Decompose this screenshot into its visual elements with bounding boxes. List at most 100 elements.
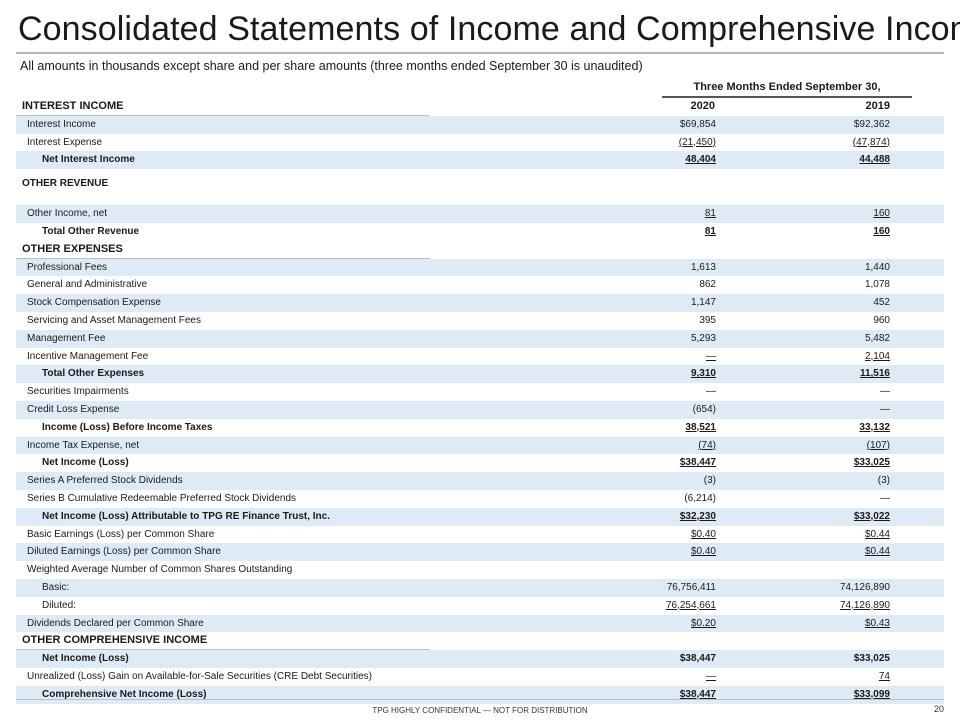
- value-2019: 33,132: [859, 421, 890, 433]
- row-label: Professional Fees: [27, 261, 108, 273]
- value-2019: $33,025: [853, 457, 890, 469]
- row-label: Basic Earnings (Loss) per Common Share: [27, 528, 215, 540]
- table-row-total: Net Income (Loss) $38,447 $33,025: [16, 650, 944, 668]
- row-label: Diluted Earnings (Loss) per Common Share: [27, 546, 221, 558]
- value-2019: 74,126,890: [839, 599, 890, 611]
- value-2020: 81: [704, 225, 716, 237]
- value-2020: 48,404: [685, 154, 716, 166]
- page-title: Consolidated Statements of Income and Co…: [18, 10, 960, 48]
- value-2019: $0.44: [864, 528, 890, 540]
- value-2019: 2,104: [864, 350, 890, 362]
- table-row-total: Income (Loss) Before Income Taxes 38,521…: [16, 419, 944, 437]
- row-label: Weighted Average Number of Common Shares…: [27, 564, 293, 576]
- value-2020: (3): [703, 475, 716, 487]
- section-label: OTHER EXPENSES: [22, 242, 123, 255]
- row-label: Total Other Revenue: [42, 225, 140, 237]
- table-row: Basic Earnings (Loss) per Common Share $…: [16, 526, 944, 544]
- row-label: Credit Loss Expense: [27, 403, 120, 415]
- table-row: Other Income, net 81 160: [16, 205, 944, 223]
- row-label: Net Income (Loss): [42, 653, 129, 665]
- table-row: Management Fee 5,293 5,482: [16, 329, 944, 348]
- row-label: Diluted:: [42, 599, 76, 611]
- row-label: Dividends Declared per Common Share: [27, 617, 204, 629]
- table-row: Dividends Declared per Common Share $0.2…: [16, 614, 944, 633]
- value-2019: 5,482: [864, 332, 890, 344]
- value-2019: $33,022: [853, 510, 890, 522]
- value-2019: 44,488: [859, 154, 890, 166]
- section-other-revenue: OTHER REVENUE: [16, 169, 944, 196]
- table-row-total: Comprehensive Net Income (Loss) $38,447 …: [16, 685, 944, 704]
- value-2020: $69,854: [679, 118, 716, 130]
- income-statement-table: INTEREST INCOME 2020 2019 Interest Incom…: [16, 98, 944, 704]
- row-spacer: [16, 196, 944, 205]
- value-2020: $38,447: [679, 457, 716, 469]
- table-row-total: Total Other Expenses 9,310 11,516: [16, 365, 944, 384]
- value-2020: $0.40: [690, 546, 716, 558]
- value-2020: 9,310: [690, 368, 716, 380]
- value-2019: $0.43: [864, 617, 890, 629]
- section-label: OTHER COMPREHENSIVE INCOME: [22, 634, 208, 647]
- value-2020: (654): [692, 403, 716, 415]
- value-2020: 5,293: [690, 332, 716, 344]
- table-row: Servicing and Asset Management Fees 395 …: [16, 312, 944, 330]
- value-2019: —: [880, 386, 890, 398]
- table-row: Series B Cumulative Redeemable Preferred…: [16, 490, 944, 508]
- value-2019: $0.44: [864, 546, 890, 558]
- section-interest-income: INTEREST INCOME 2020 2019: [16, 98, 944, 117]
- row-label: Series A Preferred Stock Dividends: [27, 475, 183, 487]
- row-label: Income (Loss) Before Income Taxes: [42, 421, 213, 433]
- table-row: Series A Preferred Stock Dividends (3) (…: [16, 472, 944, 490]
- value-2020: 1,147: [690, 297, 716, 309]
- table-row: Professional Fees 1,613 1,440: [16, 258, 944, 277]
- table-row-total: Net Income (Loss) Attributable to TPG RE…: [16, 507, 944, 526]
- value-2020: (21,450): [678, 136, 716, 148]
- table-row: Stock Compensation Expense 1,147 452: [16, 294, 944, 312]
- row-label: Net Income (Loss): [42, 457, 129, 469]
- value-2020: $38,447: [679, 653, 716, 665]
- value-2020: (74): [698, 439, 716, 451]
- table-row: Basic: 76,756,411 74,126,890: [16, 578, 944, 597]
- table-row-total: Net Income (Loss) $38,447 $33,025: [16, 454, 944, 472]
- page-number: 20: [933, 704, 944, 714]
- value-2020: —: [706, 350, 716, 362]
- table-row: Securities Impairments — —: [16, 383, 944, 401]
- value-2020: 395: [699, 314, 716, 326]
- row-label: Stock Compensation Expense: [27, 297, 161, 309]
- value-2019: 452: [873, 297, 890, 309]
- row-label: Total Other Expenses: [42, 368, 145, 380]
- value-2019: —: [880, 492, 890, 504]
- value-2019: 1,078: [864, 279, 890, 291]
- footer-divider: [16, 699, 944, 700]
- table-row: Diluted: 76,254,661 74,126,890: [16, 597, 944, 615]
- row-label: Other Income, net: [27, 208, 108, 220]
- table-row: Weighted Average Number of Common Shares…: [16, 561, 944, 579]
- table-row-total: Net Interest Income 48,404 44,488: [16, 151, 944, 170]
- value-2020: (6,214): [684, 492, 716, 504]
- value-2019: 74: [878, 670, 890, 682]
- value-2020: 76,254,661: [665, 599, 716, 611]
- period-header: Three Months Ended September 30,: [693, 81, 881, 93]
- year-2019-header: 2019: [865, 100, 890, 112]
- row-label: General and Administrative: [27, 279, 148, 291]
- row-label: Interest Expense: [27, 136, 103, 148]
- value-2019: 1,440: [864, 261, 890, 273]
- row-label: Servicing and Asset Management Fees: [27, 314, 201, 326]
- confidentiality-footer: TPG HIGHLY CONFIDENTIAL — NOT FOR DISTRI…: [372, 706, 588, 715]
- section-label: OTHER REVENUE: [22, 178, 109, 190]
- table-row: Interest Expense (21,450) (47,874): [16, 134, 944, 152]
- table-row: Incentive Management Fee — 2,104: [16, 348, 944, 366]
- value-2020: 81: [704, 208, 716, 220]
- section-label: INTEREST INCOME: [22, 100, 124, 112]
- row-label: Unrealized (Loss) Gain on Available-for-…: [27, 670, 372, 682]
- row-label: Securities Impairments: [27, 386, 129, 398]
- value-2020: 1,613: [690, 261, 716, 273]
- table-row-total: Total Other Revenue 81 160: [16, 223, 944, 241]
- table-row: Unrealized (Loss) Gain on Available-for-…: [16, 668, 944, 686]
- table-row: Income Tax Expense, net (74) (107): [16, 436, 944, 455]
- value-2019: —: [880, 403, 890, 415]
- value-2019: (107): [866, 439, 890, 451]
- year-2020-header: 2020: [690, 100, 715, 112]
- value-2020: —: [706, 670, 716, 682]
- row-label: Basic:: [42, 581, 70, 593]
- value-2020: 76,756,411: [666, 581, 716, 593]
